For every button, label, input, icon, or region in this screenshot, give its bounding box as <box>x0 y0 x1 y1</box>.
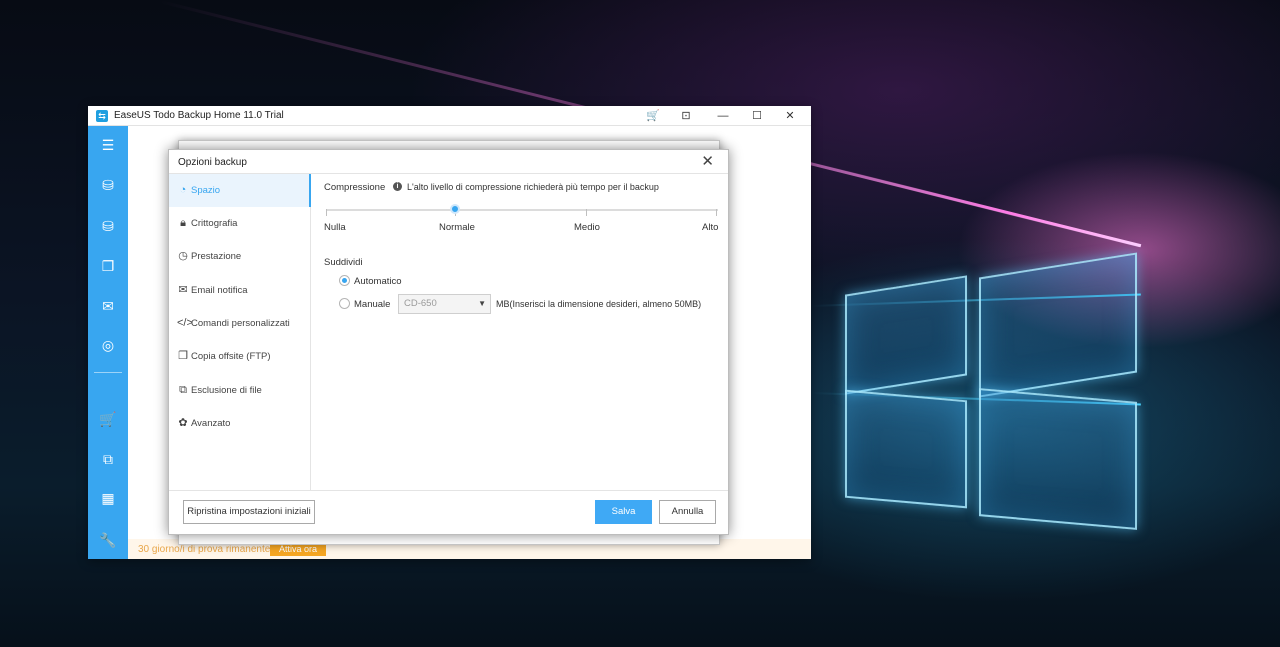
save-button[interactable]: Salva <box>595 500 652 524</box>
file-backup-icon[interactable]: ❐ <box>88 254 128 278</box>
title-bar: ⇆ EaseUS Todo Backup Home 11.0 Trial 🛒 ⊡… <box>88 106 811 126</box>
clone-icon[interactable]: ⧉ <box>88 447 128 471</box>
menu-icon[interactable]: ☰ <box>88 133 128 157</box>
advanced-gear-icon: ✿ <box>178 417 188 429</box>
level-alto: Alto <box>702 222 719 233</box>
compression-slider-handle[interactable] <box>450 204 460 214</box>
nav-item-crittografia[interactable]: 🔒︎ Crittografia <box>169 207 311 240</box>
options-content: Compressione i L'alto livello di compres… <box>312 174 728 490</box>
nav-item-label: Prestazione <box>191 251 242 262</box>
sidebar-divider <box>94 372 122 373</box>
reset-defaults-button[interactable]: Ripristina impostazioni iniziali <box>183 500 315 524</box>
nav-item-label: Spazio <box>191 185 221 196</box>
nav-item-label: Copia offsite (FTP) <box>191 351 271 362</box>
lock-icon: 🔒︎ <box>180 217 186 229</box>
radio-manuale[interactable] <box>339 298 350 309</box>
app-logo-icon: ⇆ <box>96 110 108 122</box>
nav-item-esclusione[interactable]: ⧉ Esclusione di file <box>169 374 311 407</box>
split-size-hint: MB(Inserisci la dimensione desideri, alm… <box>496 299 702 309</box>
level-nulla: Nulla <box>324 222 346 233</box>
split-size-value: CD-650 <box>404 298 437 309</box>
trial-text: 30 giorno/i di prova rimanente. <box>138 544 274 555</box>
nav-item-comandi[interactable]: </> Comandi personalizzati <box>169 307 311 340</box>
radio-automatico[interactable] <box>339 275 350 286</box>
gauge-icon: ◷ <box>178 250 188 262</box>
nav-item-avanzato[interactable]: ✿ Avanzato <box>169 407 311 440</box>
app-title: EaseUS Todo Backup Home 11.0 Trial <box>114 110 284 121</box>
disk-backup-icon[interactable]: ⛁ <box>88 173 128 197</box>
chevron-down-icon: ▼ <box>478 299 486 308</box>
mail-icon: ✉ <box>178 284 188 296</box>
smart-backup-icon[interactable]: ◎ <box>88 333 128 357</box>
dialog-close-icon[interactable]: ✕ <box>701 153 714 171</box>
restore-icon[interactable]: ⊡ <box>673 108 699 124</box>
slider-tick <box>326 209 327 216</box>
sidebar: ☰ ⛁ ⛁ ❐ ✉ ◎ 🛒 ⧉ ▦ 🔧 <box>88 126 128 559</box>
info-icon: i <box>393 182 402 191</box>
level-medio: Medio <box>574 222 600 233</box>
nav-item-prestazione[interactable]: ◷ Prestazione <box>169 240 311 273</box>
split-label: Suddividi <box>324 257 363 268</box>
minimize-button[interactable]: — <box>710 108 736 124</box>
cart-icon[interactable]: 🛒 <box>640 108 666 124</box>
light-beam <box>810 162 1142 248</box>
nav-item-ftp[interactable]: ❐ Copia offsite (FTP) <box>169 340 311 373</box>
settings-icon[interactable]: 🔧 <box>88 528 128 552</box>
code-icon: </> <box>177 317 193 329</box>
level-normale: Normale <box>439 222 475 233</box>
tools-icon[interactable]: ▦ <box>88 486 128 510</box>
copy-icon: ❐ <box>178 350 188 362</box>
nav-item-label: Esclusione di file <box>191 385 262 396</box>
radio-automatico-label: Automatico <box>354 276 402 287</box>
dialog-title: Opzioni backup <box>178 157 247 168</box>
footer-divider <box>169 490 728 491</box>
system-backup-icon[interactable]: ⛁ <box>88 214 128 238</box>
slider-tick <box>716 209 717 216</box>
nav-item-email[interactable]: ✉ Email notifica <box>169 274 311 307</box>
close-button[interactable]: ✕ <box>777 108 803 124</box>
mail-backup-icon[interactable]: ✉ <box>88 294 128 318</box>
compression-info: L'alto livello di compressione richieder… <box>407 182 659 192</box>
cart-icon[interactable]: 🛒 <box>88 407 128 431</box>
exclude-file-icon: ⧉ <box>179 384 187 396</box>
cancel-button[interactable]: Annulla <box>659 500 716 524</box>
slider-tick <box>586 209 587 216</box>
backup-options-dialog: Opzioni backup ✕ ◔ Spazio 🔒︎ Crittografi… <box>168 149 729 535</box>
split-size-select[interactable]: CD-650 ▼ <box>398 294 491 314</box>
nav-item-label: Email notifica <box>191 285 248 296</box>
nav-item-label: Comandi personalizzati <box>191 318 290 329</box>
radio-manuale-label: Manuale <box>354 299 391 310</box>
nav-item-label: Avanzato <box>191 418 231 429</box>
options-nav: ◔ Spazio 🔒︎ Crittografia ◷ Prestazione ✉… <box>169 174 311 490</box>
nav-item-spazio[interactable]: ◔ Spazio <box>169 174 311 207</box>
maximize-button[interactable]: ☐ <box>744 108 770 124</box>
nav-item-label: Crittografia <box>191 218 238 229</box>
compression-slider-track[interactable] <box>326 209 718 211</box>
pie-chart-icon: ◔ <box>179 184 187 196</box>
windows-logo <box>845 245 1140 545</box>
compression-label: Compressione <box>324 182 386 193</box>
